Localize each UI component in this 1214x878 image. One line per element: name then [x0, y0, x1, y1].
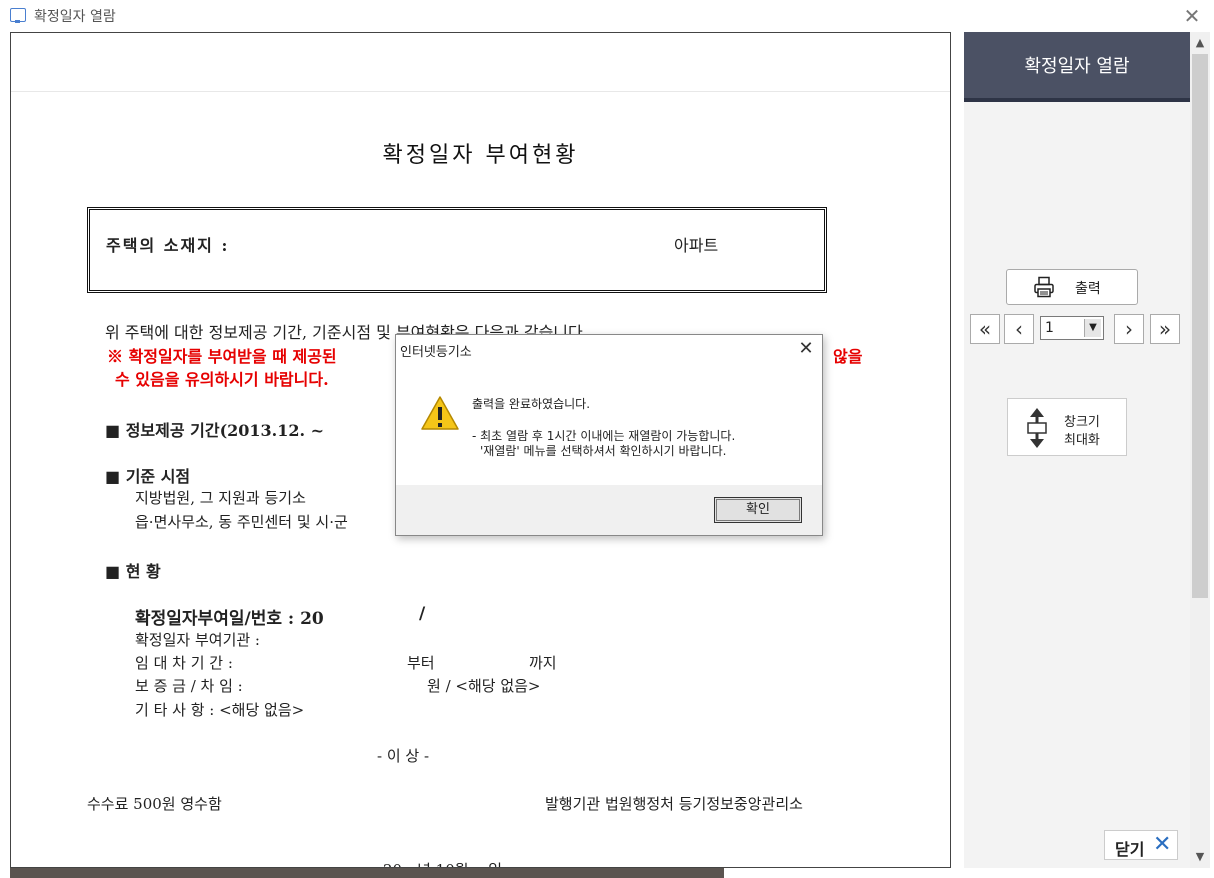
fee-text: 수수료 500원 영수함	[87, 795, 222, 813]
next-page-button[interactable]: ›	[1114, 314, 1144, 344]
page-select[interactable]: 1 ▼	[1040, 316, 1104, 340]
print-complete-dialog: 인터넷등기소 ✕ 출력을 완료하였습니다. - 최초 열람 후 1시간 이내에는…	[395, 334, 823, 536]
page-select-value: 1	[1045, 320, 1054, 336]
document-title: 확정일자 부여현황	[382, 143, 579, 168]
prev-page-button[interactable]: ‹	[1004, 314, 1034, 344]
end-mark: - 이 상 -	[377, 747, 430, 765]
window-close-icon[interactable]: ✕	[1182, 4, 1202, 28]
control-panel: 확정일자 열람 출력 « ‹ 1 ▼ › » 창크기 최대화 닫기 ✕	[964, 32, 1190, 868]
ok-button[interactable]: 확인	[714, 497, 802, 523]
window-title: 확정일자 열람	[34, 9, 116, 25]
section-base-time: ■ 기준 시점	[105, 467, 191, 486]
dialog-close-icon[interactable]: ✕	[794, 337, 818, 361]
warning-line-2: 수 있음을 유의하시기 바랍니다.	[115, 370, 329, 389]
section-info-period: ■ 정보제공 기간(2013.12. ~	[105, 421, 325, 440]
maximize-label-line-2: 최대화	[1064, 433, 1100, 448]
etc-row: 기 타 사 항 : <해당 없음>	[135, 701, 305, 719]
date-number-row: 확정일자부여일/번호 : 20	[135, 609, 324, 629]
dialog-footer: 확인	[396, 485, 822, 535]
lease-period-label: 임 대 차 기 간 :	[135, 654, 233, 672]
last-page-button[interactable]: »	[1150, 314, 1180, 344]
date-number-slash: /	[419, 604, 426, 624]
lease-period-from: 부터	[407, 654, 435, 672]
first-page-button[interactable]: «	[970, 314, 1000, 344]
maximize-window-button[interactable]: 창크기 최대화	[1007, 398, 1127, 456]
dialog-message-3: '재열람' 메뉴를 선택하셔서 확인하시기 바랍니다.	[480, 444, 727, 458]
section-status: ■ 현 황	[105, 562, 161, 581]
lease-period-to: 까지	[529, 654, 557, 672]
window-titlebar: 확정일자 열람 ✕	[0, 0, 1214, 32]
warning-line-1-end: 않을	[833, 347, 863, 366]
scroll-down-icon[interactable]: ▼	[1190, 846, 1210, 868]
close-viewer-button[interactable]: 닫기 ✕	[1104, 830, 1178, 860]
dialog-message-1: 출력을 완료하였습니다.	[472, 397, 591, 411]
warning-icon	[421, 396, 459, 430]
print-button[interactable]: 출력	[1006, 269, 1138, 305]
vertical-scrollbar[interactable]: ▲ ▼	[1190, 32, 1210, 868]
base-time-line-2: 읍·면사무소, 동 주민센터 및 시·군	[135, 513, 348, 531]
dialog-title: 인터넷등기소	[400, 345, 472, 360]
resize-vertical-icon	[1027, 408, 1047, 448]
maximize-label-line-1: 창크기	[1064, 415, 1100, 430]
issuer-text: 발행기관 법원행정처 등기정보중앙관리소	[545, 795, 803, 813]
address-type: 아파트	[674, 236, 719, 255]
warning-line-1: ※ 확정일자를 부여받을 때 제공된	[107, 347, 337, 366]
issue-date-partial: 20__년 10월 __일	[383, 859, 502, 867]
scrollbar-thumb[interactable]	[1192, 54, 1208, 598]
address-label: 주택의 소재지 :	[106, 236, 230, 255]
monitor-app-icon	[10, 8, 26, 23]
document-bottom-strip	[10, 868, 724, 878]
address-box: 주택의 소재지 : 아파트	[87, 207, 827, 293]
deposit-value: 원 / <해당 없음>	[427, 677, 541, 695]
panel-header: 확정일자 열람	[964, 32, 1190, 102]
print-label: 출력	[1075, 281, 1101, 297]
scroll-up-icon[interactable]: ▲	[1190, 32, 1210, 54]
document-top-margin	[11, 33, 950, 92]
printer-icon	[1034, 276, 1054, 298]
agency-row: 확정일자 부여기관 :	[135, 631, 260, 649]
base-time-line-1: 지방법원, 그 지원과 등기소	[135, 489, 306, 507]
close-label: 닫기	[1115, 840, 1145, 859]
deposit-label: 보 증 금 / 차 임 :	[135, 677, 243, 695]
chevron-down-icon: ▼	[1084, 319, 1101, 337]
close-icon: ✕	[1153, 832, 1172, 857]
